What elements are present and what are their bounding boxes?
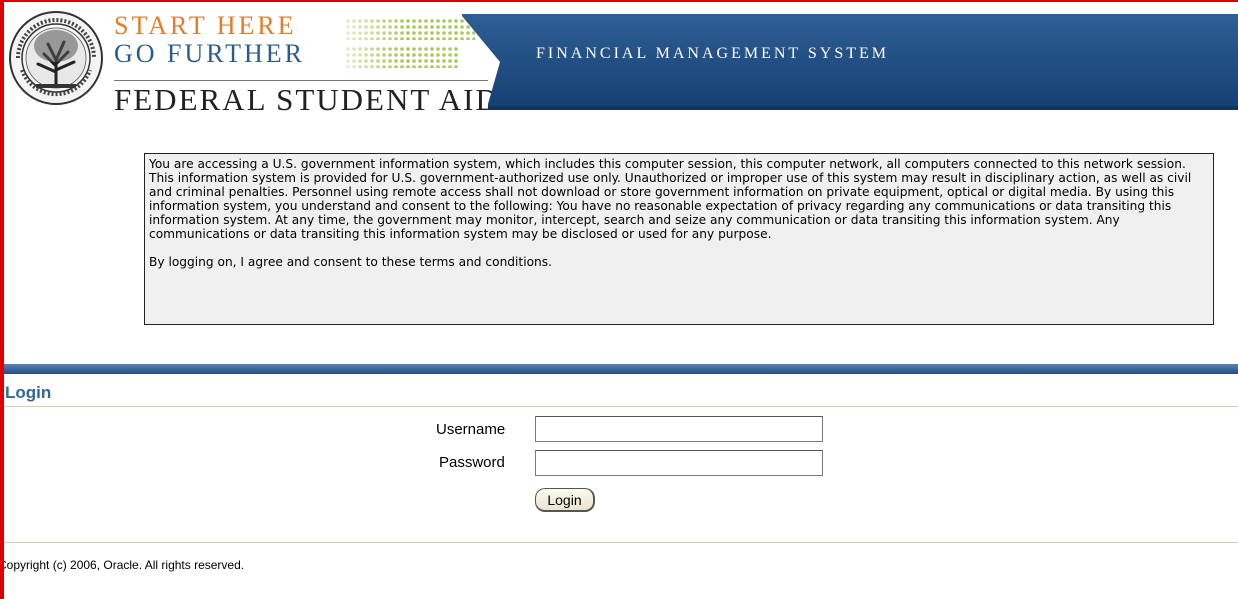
department-of-education-seal-icon	[9, 11, 103, 105]
section-divider	[0, 364, 1238, 374]
security-notice: You are accessing a U.S. government info…	[144, 153, 1214, 325]
page-header: START HERE GO FURTHER FEDERAL STUDENT AI…	[0, 0, 1238, 120]
highlight-border-top	[0, 0, 1238, 2]
footer-rule	[0, 542, 1238, 543]
username-label: Username	[436, 421, 506, 438]
brand-federal-student-aid: FEDERAL STUDENT AID	[114, 82, 500, 117]
login-page: START HERE GO FURTHER FEDERAL STUDENT AI…	[0, 0, 1238, 599]
system-title: FINANCIAL MANAGEMENT SYSTEM	[536, 45, 890, 62]
username-input[interactable]	[535, 416, 823, 442]
password-input[interactable]	[535, 450, 823, 476]
brand-go-further: GO FURTHER	[114, 39, 305, 68]
copyright-text: Copyright (c) 2006, Oracle. All rights r…	[0, 558, 245, 572]
brand-divider	[114, 80, 488, 81]
heading-rule	[0, 406, 1238, 407]
notice-text: You are accessing a U.S. government info…	[149, 157, 1192, 242]
login-heading: Login	[5, 383, 52, 402]
highlight-border-left	[0, 0, 4, 599]
brand-dots-icon	[345, 18, 475, 40]
brand-dots-icon	[345, 46, 460, 68]
notice-consent-text: By logging on, I agree and consent to th…	[149, 254, 552, 269]
login-button[interactable]: Login	[535, 488, 595, 512]
password-label: Password	[439, 454, 505, 471]
brand-start-here: START HERE	[114, 11, 297, 40]
